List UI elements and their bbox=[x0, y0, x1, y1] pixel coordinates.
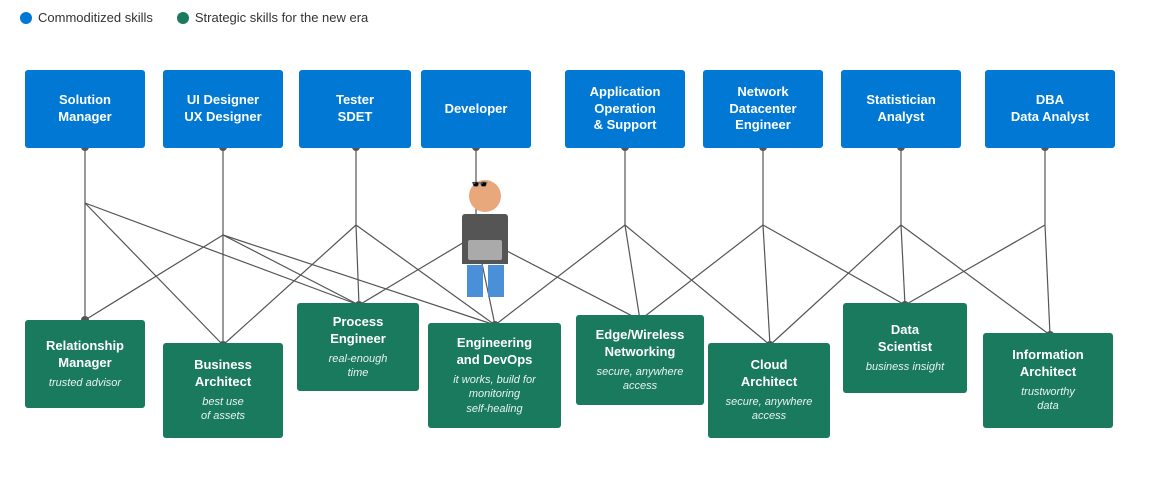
info-arch-subtitle: trustworthydata bbox=[1021, 385, 1075, 414]
eng-devops-title: Engineeringand DevOps bbox=[457, 335, 533, 369]
info-arch-box: InformationArchitect trustworthydata bbox=[983, 333, 1113, 428]
developer-box: Developer bbox=[421, 70, 531, 148]
relationship-mgr-title: RelationshipManager bbox=[46, 338, 124, 372]
strategic-label: Strategic skills for the new era bbox=[195, 10, 368, 25]
legend: Commoditized skills Strategic skills for… bbox=[0, 0, 1165, 35]
data-scientist-box: DataScientist business insight bbox=[843, 303, 967, 393]
diagram: SolutionManager UI DesignerUX Designer T… bbox=[0, 35, 1165, 495]
strategic-legend: Strategic skills for the new era bbox=[177, 10, 368, 25]
eng-devops-box: Engineeringand DevOps it works, build fo… bbox=[428, 323, 561, 428]
ui-designer-box: UI DesignerUX Designer bbox=[163, 70, 283, 148]
tester-box: TesterSDET bbox=[299, 70, 411, 148]
blue-dot-icon bbox=[20, 12, 32, 24]
dba-box: DBAData Analyst bbox=[985, 70, 1115, 148]
dba-title: DBAData Analyst bbox=[1011, 92, 1089, 126]
tester-title: TesterSDET bbox=[336, 92, 374, 126]
person-figure: 🕶️ bbox=[462, 180, 508, 297]
data-scientist-subtitle: business insight bbox=[866, 360, 944, 374]
edge-networking-box: Edge/WirelessNetworking secure, anywhere… bbox=[576, 315, 704, 405]
developer-title: Developer bbox=[445, 101, 508, 118]
network-eng-title: NetworkDatacenterEngineer bbox=[729, 84, 796, 135]
commoditized-label: Commoditized skills bbox=[38, 10, 153, 25]
eng-devops-subtitle: it works, build formonitoringself-healin… bbox=[453, 373, 536, 416]
process-eng-title: ProcessEngineer bbox=[330, 314, 386, 348]
info-arch-title: InformationArchitect bbox=[1012, 347, 1084, 381]
network-eng-box: NetworkDatacenterEngineer bbox=[703, 70, 823, 148]
edge-networking-title: Edge/WirelessNetworking bbox=[596, 327, 685, 361]
cloud-arch-title: CloudArchitect bbox=[741, 357, 797, 391]
green-dot-icon bbox=[177, 12, 189, 24]
statistician-box: StatisticianAnalyst bbox=[841, 70, 961, 148]
edge-networking-subtitle: secure, anywhereaccess bbox=[597, 365, 684, 394]
app-ops-box: ApplicationOperation& Support bbox=[565, 70, 685, 148]
commoditized-legend: Commoditized skills bbox=[20, 10, 153, 25]
solution-manager-box: SolutionManager bbox=[25, 70, 145, 148]
relationship-mgr-subtitle: trusted advisor bbox=[49, 376, 121, 390]
process-eng-subtitle: real-enoughtime bbox=[329, 352, 388, 381]
data-scientist-title: DataScientist bbox=[878, 322, 932, 356]
cloud-arch-subtitle: secure, anywhereaccess bbox=[726, 395, 813, 424]
relationship-mgr-box: RelationshipManager trusted advisor bbox=[25, 320, 145, 408]
business-arch-box: BusinessArchitect best useof assets bbox=[163, 343, 283, 438]
app-ops-title: ApplicationOperation& Support bbox=[590, 84, 661, 135]
business-arch-subtitle: best useof assets bbox=[201, 395, 245, 424]
solution-manager-title: SolutionManager bbox=[58, 92, 111, 126]
business-arch-title: BusinessArchitect bbox=[194, 357, 252, 391]
statistician-title: StatisticianAnalyst bbox=[866, 92, 935, 126]
cloud-arch-box: CloudArchitect secure, anywhereaccess bbox=[708, 343, 830, 438]
process-eng-box: ProcessEngineer real-enoughtime bbox=[297, 303, 419, 391]
ui-designer-title: UI DesignerUX Designer bbox=[184, 92, 261, 126]
